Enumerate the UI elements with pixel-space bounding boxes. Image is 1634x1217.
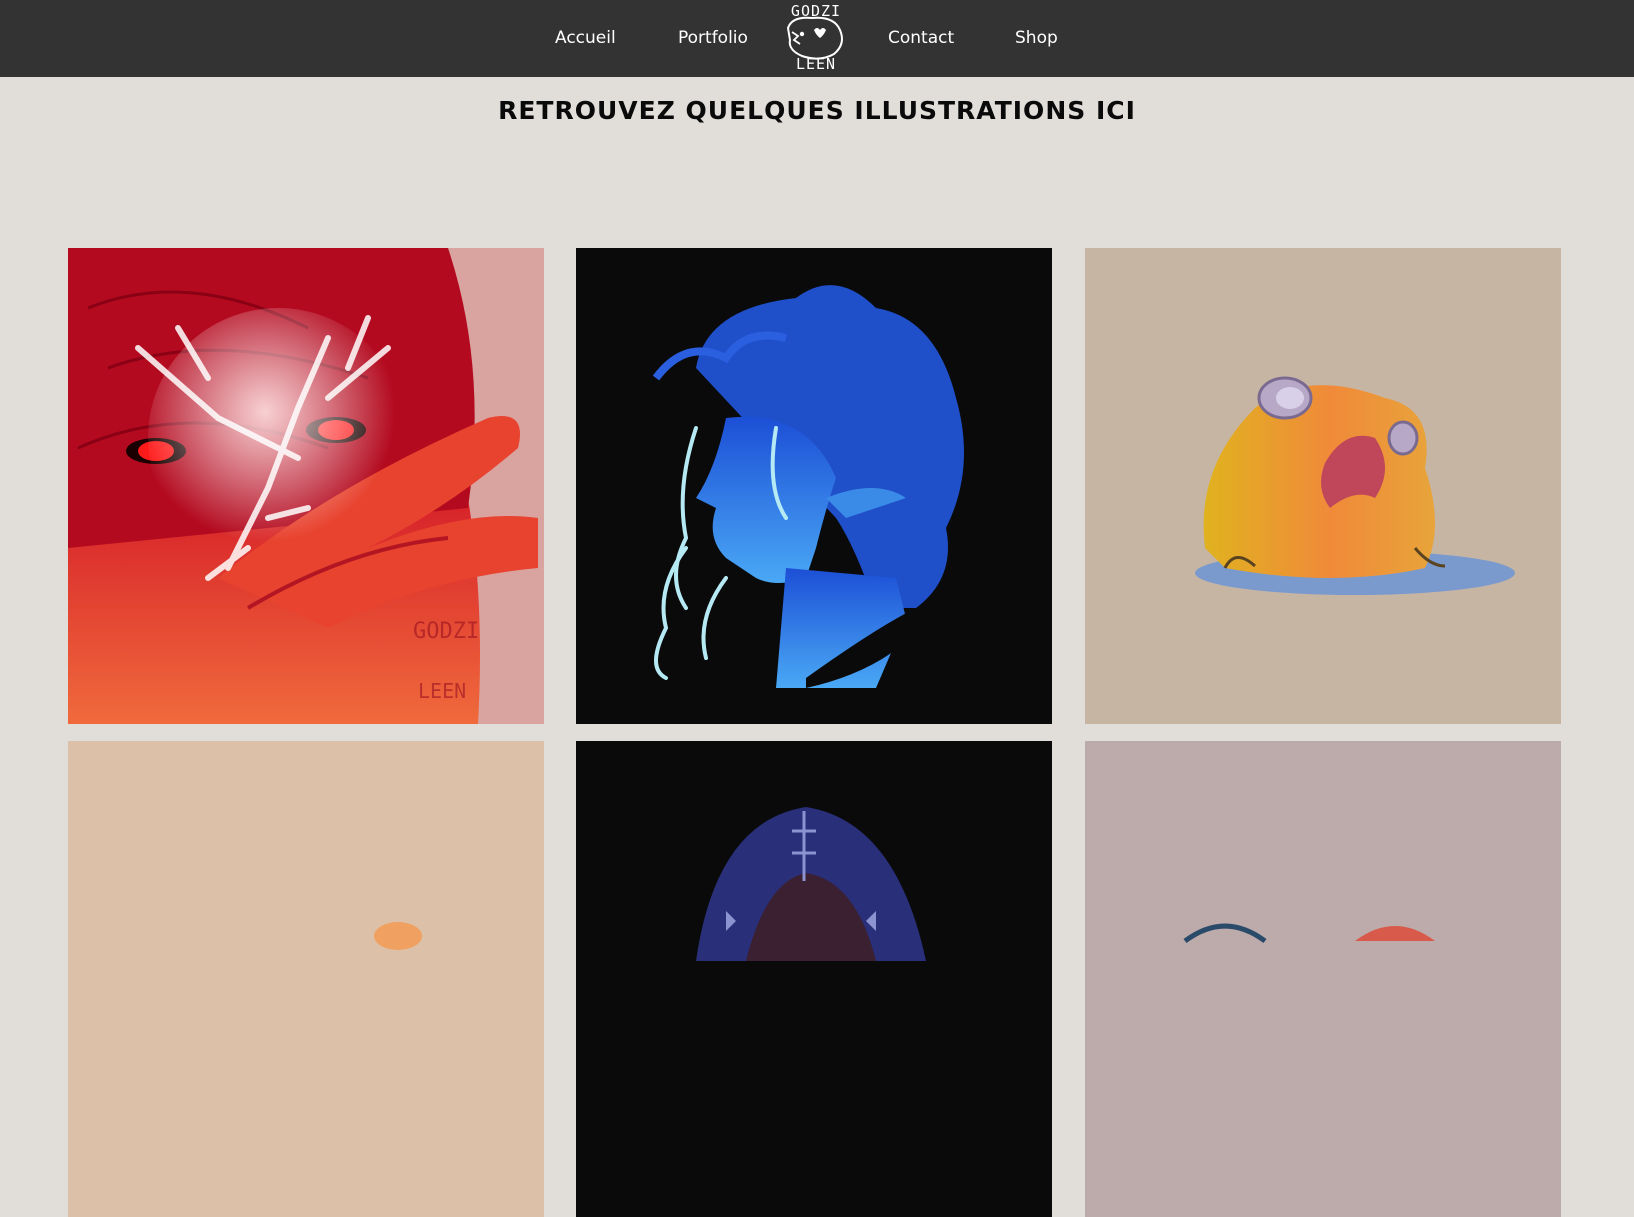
gallery-item-hooded-figure[interactable] [576, 741, 1052, 1217]
watermark-bottom: LEEN [418, 679, 466, 703]
page-title: RETROUVEZ QUELQUES ILLUSTRATIONS ICI [498, 96, 1136, 125]
blue-elf-illustration [576, 248, 1052, 724]
red-character-illustration: GODZI LEEN [68, 248, 544, 724]
gallery-item-red-character[interactable]: GODZI LEEN [68, 248, 544, 724]
nav-link-shop[interactable]: Shop [1015, 0, 1058, 77]
top-navbar: Accueil Portfolio GODZI LEEN Contact Sho… [0, 0, 1634, 77]
hooded-figure-illustration [576, 741, 1052, 1217]
orange-creature-illustration [68, 741, 544, 1217]
yellow-frog-illustration [1085, 248, 1561, 724]
logo-text-bottom: LEEN [796, 55, 836, 73]
godzi-leen-logo-icon[interactable]: GODZI LEEN [778, 0, 854, 77]
gallery-item-pink-creatures[interactable] [1085, 741, 1561, 1217]
nav-link-contact[interactable]: Contact [888, 0, 954, 77]
nav-link-accueil[interactable]: Accueil [555, 0, 616, 77]
watermark-top: GODZI [413, 619, 479, 644]
pink-creatures-illustration [1085, 741, 1561, 1217]
nav-link-portfolio[interactable]: Portfolio [678, 0, 748, 77]
gallery-item-yellow-frog[interactable] [1085, 248, 1561, 724]
gallery-item-orange-creature[interactable] [68, 741, 544, 1217]
gallery-item-blue-elf[interactable] [576, 248, 1052, 724]
